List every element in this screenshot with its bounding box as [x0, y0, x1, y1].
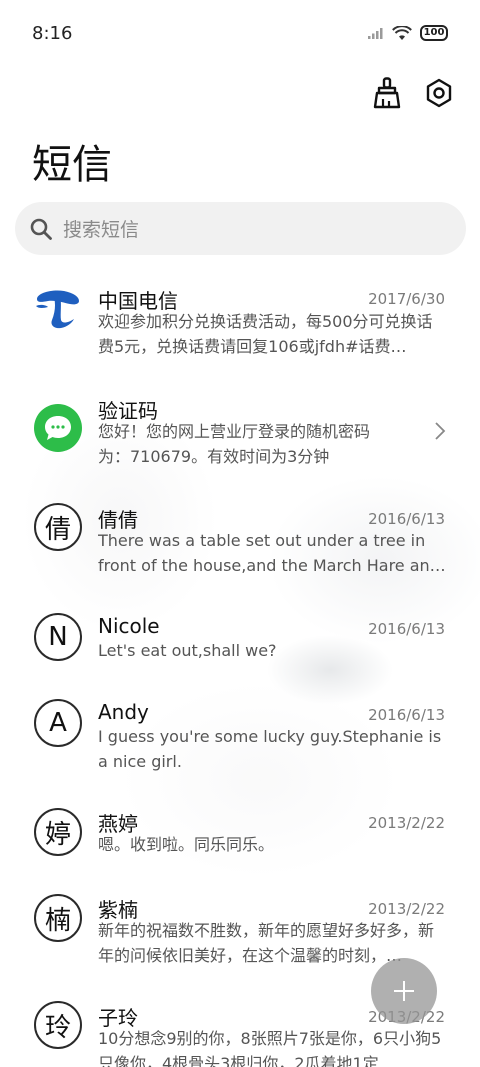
contact-name: Nicole — [98, 614, 160, 638]
plus-icon — [394, 981, 414, 1001]
contact-avatar: 玲 — [34, 1001, 82, 1049]
gear-icon — [426, 78, 452, 108]
message-bubble-icon — [34, 404, 82, 452]
message-date: 2013/2/22 — [368, 814, 445, 832]
message-preview: 嗯。收到啦。同乐同乐。 — [98, 835, 275, 854]
contact-avatar: N — [34, 613, 82, 661]
contact-avatar: 楠 — [34, 894, 82, 942]
conversation-row[interactable]: 验证码 您好！您的网上营业厅登录的随机密码为：710679。有效时间为3分钟 — [0, 378, 480, 478]
battery-icon: 100 — [420, 25, 448, 41]
conversation-row[interactable]: A Andy 2016/6/13 I guess you're some luc… — [0, 684, 480, 784]
message-date: 2016/6/13 — [368, 706, 445, 724]
new-message-button[interactable] — [371, 958, 437, 1024]
wifi-icon — [392, 25, 412, 40]
page-title: 短信 — [32, 142, 112, 188]
message-date: 2016/6/13 — [368, 510, 445, 528]
message-date: 2016/6/13 — [368, 620, 445, 638]
status-time: 8:16 — [32, 22, 73, 44]
china-telecom-logo-icon — [34, 284, 82, 332]
message-date: 2013/2/22 — [368, 900, 445, 918]
status-bar: 8:16 100 — [0, 0, 480, 66]
contact-avatar: A — [34, 699, 82, 747]
settings-button[interactable] — [424, 76, 454, 110]
search-icon — [30, 218, 52, 240]
conversation-row[interactable]: 中国电信 2017/6/30 欢迎参加积分兑换话费活动，每500分可兑换话费5元… — [0, 268, 480, 368]
conversation-row[interactable]: N Nicole 2016/6/13 Let's eat out,shall w… — [0, 598, 480, 674]
message-preview: 您好！您的网上营业厅登录的随机密码为：710679。有效时间为3分钟 — [98, 422, 371, 466]
conversation-row[interactable]: 婷 燕婷 2013/2/22 嗯。收到啦。同乐同乐。 — [0, 794, 480, 870]
contact-name: Andy — [98, 700, 149, 724]
contact-avatar: 婷 — [34, 808, 82, 856]
message-preview: Let's eat out,shall we? — [98, 641, 277, 660]
message-preview: There was a table set out under a tree i… — [98, 531, 446, 575]
broom-icon — [373, 77, 401, 109]
message-preview: I guess you're some lucky guy.Stephanie … — [98, 727, 442, 771]
chevron-right-icon — [435, 422, 446, 440]
top-actions — [372, 76, 454, 110]
conversation-row[interactable]: 倩 倩倩 2016/6/13 There was a table set out… — [0, 488, 480, 588]
signal-icon — [368, 28, 383, 39]
status-icons: 100 — [368, 25, 448, 41]
search-placeholder: 搜索短信 — [63, 219, 140, 241]
clean-button[interactable] — [372, 76, 402, 110]
message-date: 2017/6/30 — [368, 290, 445, 308]
message-preview: 欢迎参加积分兑换话费活动，每500分可兑换话费5元，兑换话费请回复106或jfd… — [98, 312, 433, 356]
search-input[interactable]: 搜索短信 — [15, 202, 466, 255]
contact-avatar: 倩 — [34, 503, 82, 551]
message-preview: 10分想念9别的你，8张照片7张是你，6只小狗5只像你，4根骨头3根归你，2瓜着… — [98, 1029, 442, 1067]
